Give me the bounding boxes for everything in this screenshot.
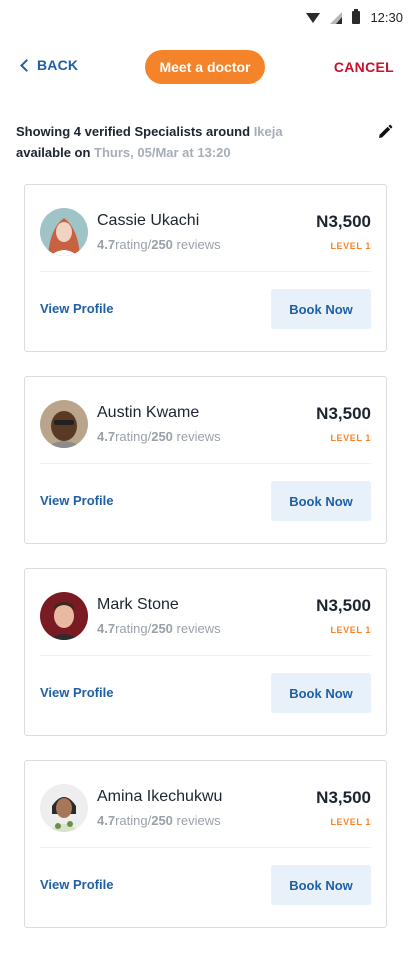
doctor-rating: 4.7rating/250 reviews [97,813,221,828]
avatar [40,400,88,448]
doctor-name: Cassie Ukachi [97,212,200,229]
back-button[interactable]: BACK [20,57,79,73]
summary-datetime: Thurs, 05/Mar at 13:20 [94,145,231,160]
level-badge: LEVEL 1 [330,433,371,443]
summary-line-1: Showing 4 verified Specialists around Ik… [16,121,376,142]
view-profile-link[interactable]: View Profile [40,493,113,508]
divider [40,655,371,656]
doctor-card: Austin Kwame 4.7rating/250 reviews N3,50… [24,376,387,544]
battery-icon [352,9,361,24]
status-icons: 12:30 [306,9,403,25]
avatar [40,208,88,256]
view-profile-link[interactable]: View Profile [40,877,113,892]
avatar [40,784,88,832]
doctor-name: Austin Kwame [97,404,200,421]
doctor-card: Mark Stone 4.7rating/250 reviews N3,500 … [24,568,387,736]
specialist-list: Cassie Ukachi 4.7rating/250 reviews N3,5… [24,184,387,952]
consultation-price: N3,500 [316,788,371,807]
level-badge: LEVEL 1 [330,817,371,827]
avatar [40,592,88,640]
wifi-icon [306,12,321,23]
chevron-left-icon [20,58,33,72]
view-profile-link[interactable]: View Profile [40,685,113,700]
divider [40,463,371,464]
divider [40,271,371,272]
summary-available-label: available on [16,145,91,160]
page-title: Meet a doctor [145,50,265,84]
status-time: 12:30 [370,10,403,25]
top-bar: BACK Meet a doctor CANCEL [0,48,411,88]
level-badge: LEVEL 1 [330,625,371,635]
search-summary: Showing 4 verified Specialists around Ik… [16,121,376,163]
summary-location: Ikeja [253,124,283,139]
doctor-rating: 4.7rating/250 reviews [97,621,221,636]
back-label: BACK [37,57,79,73]
status-bar: 12:30 [0,0,411,36]
consultation-price: N3,500 [316,596,371,615]
book-now-button[interactable]: Book Now [271,865,371,905]
view-profile-link[interactable]: View Profile [40,301,113,316]
doctor-card: Amina Ikechukwu 4.7rating/250 reviews N3… [24,760,387,928]
consultation-price: N3,500 [316,404,371,423]
edit-pencil-icon[interactable] [377,124,393,140]
book-now-button[interactable]: Book Now [271,673,371,713]
doctor-rating: 4.7rating/250 reviews [97,237,221,252]
signal-icon [330,11,343,24]
summary-line-2: available on Thurs, 05/Mar at 13:20 [16,142,376,163]
cancel-button[interactable]: CANCEL [334,59,394,75]
divider [40,847,371,848]
book-now-button[interactable]: Book Now [271,481,371,521]
book-now-button[interactable]: Book Now [271,289,371,329]
summary-prefix: Showing 4 verified Specialists around [16,124,251,139]
doctor-rating: 4.7rating/250 reviews [97,429,221,444]
doctor-name: Amina Ikechukwu [97,788,223,805]
consultation-price: N3,500 [316,212,371,231]
level-badge: LEVEL 1 [330,241,371,251]
doctor-card: Cassie Ukachi 4.7rating/250 reviews N3,5… [24,184,387,352]
doctor-name: Mark Stone [97,596,179,613]
